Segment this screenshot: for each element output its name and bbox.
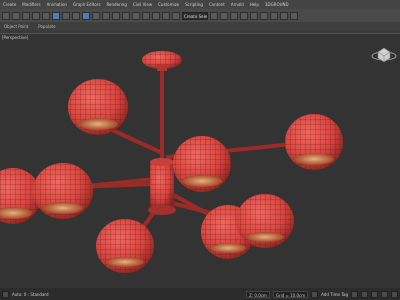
chandelier-scene [0, 47, 397, 273]
percent-snap-icon[interactable] [152, 11, 160, 20]
layer-icon[interactable] [230, 11, 238, 20]
select-by-name-icon[interactable] [62, 11, 70, 20]
menu-customize[interactable]: Customize [155, 2, 182, 7]
menu-rendering[interactable]: Rendering [103, 2, 129, 7]
mirror-icon[interactable] [210, 11, 218, 20]
align-icon[interactable] [220, 11, 228, 20]
coord-z-field[interactable]: Z: 0.0cm [246, 290, 270, 298]
rotate-icon[interactable] [92, 11, 100, 20]
schematic-icon[interactable] [250, 11, 258, 20]
menu-content[interactable]: Content [206, 2, 228, 7]
render-frame-icon[interactable] [280, 11, 288, 20]
bind-icon[interactable] [42, 11, 50, 20]
region-select-icon[interactable] [72, 11, 80, 20]
select-icon[interactable] [52, 11, 60, 20]
shade-bottom [96, 219, 154, 273]
main-toolbar: Create Selection Se [0, 9, 400, 22]
move-icon[interactable] [82, 11, 90, 20]
menu-bar: Create Modifiers Animation Graph Editors… [0, 0, 400, 9]
menu-modifiers[interactable]: Modifiers [19, 2, 43, 7]
pivot-icon[interactable] [122, 11, 130, 20]
shade-lower-right [236, 194, 294, 248]
shade-top-left [68, 79, 128, 135]
edit-named-sets-icon[interactable] [172, 11, 180, 20]
redo-icon[interactable] [12, 11, 20, 20]
grid-size: Grid = 10.0cm [272, 290, 309, 298]
unlink-icon[interactable] [32, 11, 40, 20]
scale-icon[interactable] [102, 11, 110, 20]
angle-snap-icon[interactable] [142, 11, 150, 20]
orbit-icon[interactable] [391, 290, 398, 298]
selection-set-field[interactable]: Create Selection Se [182, 11, 208, 20]
ceiling-canopy [142, 51, 182, 71]
undo-icon[interactable] [2, 11, 10, 20]
spinner-snap-icon[interactable] [162, 11, 170, 20]
add-time-tag-icon[interactable] [311, 290, 319, 298]
menu-3dground[interactable]: 3DGROUND [262, 2, 292, 7]
menu-animation[interactable]: Animation [44, 2, 70, 7]
link-icon[interactable] [22, 11, 30, 20]
viewport[interactable]: [Perspective] [0, 33, 400, 288]
menu-civil-view[interactable]: Civil View [130, 2, 155, 7]
material-editor-icon[interactable] [260, 11, 268, 20]
viewcube-icon[interactable] [371, 47, 397, 63]
status-bar: Auto: 0 : Standard Z: 0.0cm Grid = 10.0c… [0, 288, 400, 300]
placement-icon[interactable] [112, 11, 120, 20]
maxscript-icon[interactable] [2, 290, 9, 298]
key-mode-icon[interactable] [371, 290, 378, 298]
play-icon[interactable] [351, 290, 358, 298]
tab-populate[interactable]: Populate [38, 24, 55, 29]
shade-center [173, 136, 231, 192]
menu-scripting[interactable]: Scripting [182, 2, 206, 7]
central-body [148, 158, 176, 215]
ribbon: Object Paint Populate [0, 22, 400, 30]
viewport-label[interactable]: [Perspective] [2, 35, 28, 40]
status-left-text: Auto: 0 : Standard [12, 291, 49, 297]
curve-editor-icon[interactable] [240, 11, 248, 20]
render-icon[interactable] [290, 11, 298, 20]
shade-left [33, 163, 93, 219]
tab-object-paint[interactable]: Object Paint [4, 24, 28, 29]
add-time-tag-label[interactable]: Add Time Tag [321, 292, 348, 297]
menu-arnold[interactable]: Arnold [228, 2, 247, 7]
menu-create[interactable]: Create [0, 2, 19, 7]
zoom-icon[interactable] [381, 290, 388, 298]
menu-graph-editors[interactable]: Graph Editors [70, 2, 103, 7]
shade-top-right [285, 114, 343, 170]
next-frame-icon[interactable] [361, 290, 368, 298]
render-setup-icon[interactable] [270, 11, 278, 20]
menu-help[interactable]: Help [247, 2, 262, 7]
snap-icon[interactable] [132, 11, 140, 20]
